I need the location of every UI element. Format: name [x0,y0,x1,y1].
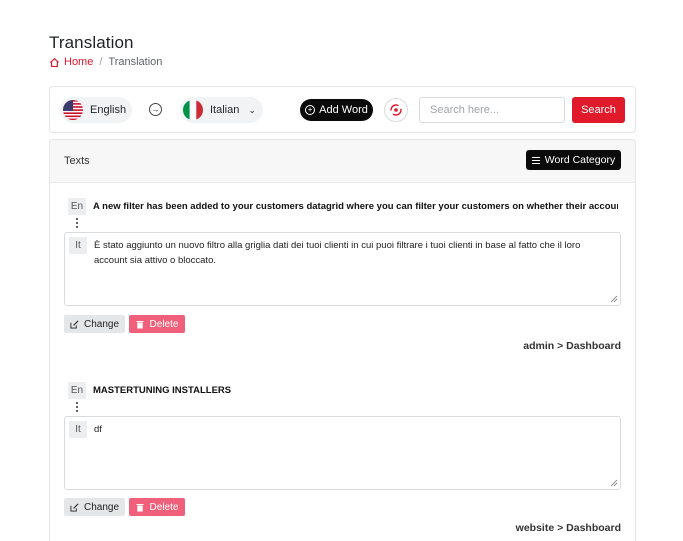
delete-button[interactable]: Delete [129,315,185,333]
plus-circle-icon: + [305,105,316,115]
source-lang-tag: En [68,382,86,399]
add-word-button[interactable]: + Add Word [300,99,373,121]
italy-flag-icon [183,100,203,120]
source-text: MASTERTUNING INSTALLERS [93,385,232,396]
trash-icon [136,320,144,328]
target-language-selector[interactable]: Italian ⌄ [180,97,263,123]
change-label: Change [83,501,120,513]
target-language-label: Italian [210,104,240,116]
texts-card-title: Texts [64,155,90,167]
vertical-dots-icon [76,402,79,412]
translation-textarea[interactable]: It È stato aggiunto un nuovo filtro alla… [64,232,621,306]
change-button[interactable]: Change [64,498,125,516]
source-language-label: English [90,104,127,116]
breadcrumb-home-label: Home [64,56,94,68]
word-category-label: Word Category [544,154,616,166]
change-button[interactable]: Change [64,315,125,333]
target-lang-tag: It [69,237,87,254]
resize-handle-icon[interactable] [610,479,618,487]
search-button[interactable]: Search [572,97,625,123]
word-category-button[interactable]: Word Category [526,150,621,170]
breadcrumb-home-link[interactable]: Home [49,56,93,68]
translation-toolbar: English → Italian ⌄ + Add Word Search [49,86,636,133]
delete-button[interactable]: Delete [129,498,185,516]
source-text-row: En MASTERTUNING INSTALLERS [64,382,621,399]
texts-card: Texts Word Category En A new filter has … [49,139,636,541]
entry-path: website > Dashboard [515,522,621,534]
texts-card-header: Texts Word Category [50,140,635,183]
delete-label: Delete [149,501,179,513]
translation-textarea[interactable]: It df [64,416,621,490]
breadcrumb-separator: / [99,56,103,68]
breadcrumb: Home / Translation [49,56,162,68]
home-icon [49,57,60,67]
resize-handle-icon[interactable] [610,295,618,303]
edit-icon [70,503,79,512]
delete-label: Delete [149,318,179,330]
entry-actions: Change Delete [64,498,185,516]
trash-icon [136,503,144,511]
source-text-row: En A new filter has been added to your c… [64,198,621,215]
search-input[interactable] [419,97,565,123]
refresh-button[interactable] [384,98,408,122]
edit-icon [70,320,79,329]
arrow-right-icon: → [149,103,162,116]
chevron-down-icon: ⌄ [248,104,256,115]
change-label: Change [83,318,120,330]
translation-entry: En A new filter has been added to your c… [64,198,621,352]
entry-path: admin > Dashboard [523,340,621,352]
translation-entry: En MASTERTUNING INSTALLERS It df Change … [64,382,621,534]
source-lang-tag: En [68,198,86,215]
entry-actions: Change Delete [64,315,185,333]
translation-text: df [94,424,102,435]
target-lang-tag: It [69,421,87,438]
source-language-selector[interactable]: English [60,97,132,123]
add-word-label: Add Word [319,104,368,116]
page-title: Translation [49,33,134,52]
vertical-dots-icon [76,218,79,228]
us-flag-icon [63,100,83,120]
breadcrumb-current: Translation [108,56,163,68]
refresh-icon [390,104,402,116]
list-icon [531,156,540,164]
translation-text: È stato aggiunto un nuovo filtro alla gr… [94,240,581,266]
source-text: A new filter has been added to your cust… [93,201,618,212]
